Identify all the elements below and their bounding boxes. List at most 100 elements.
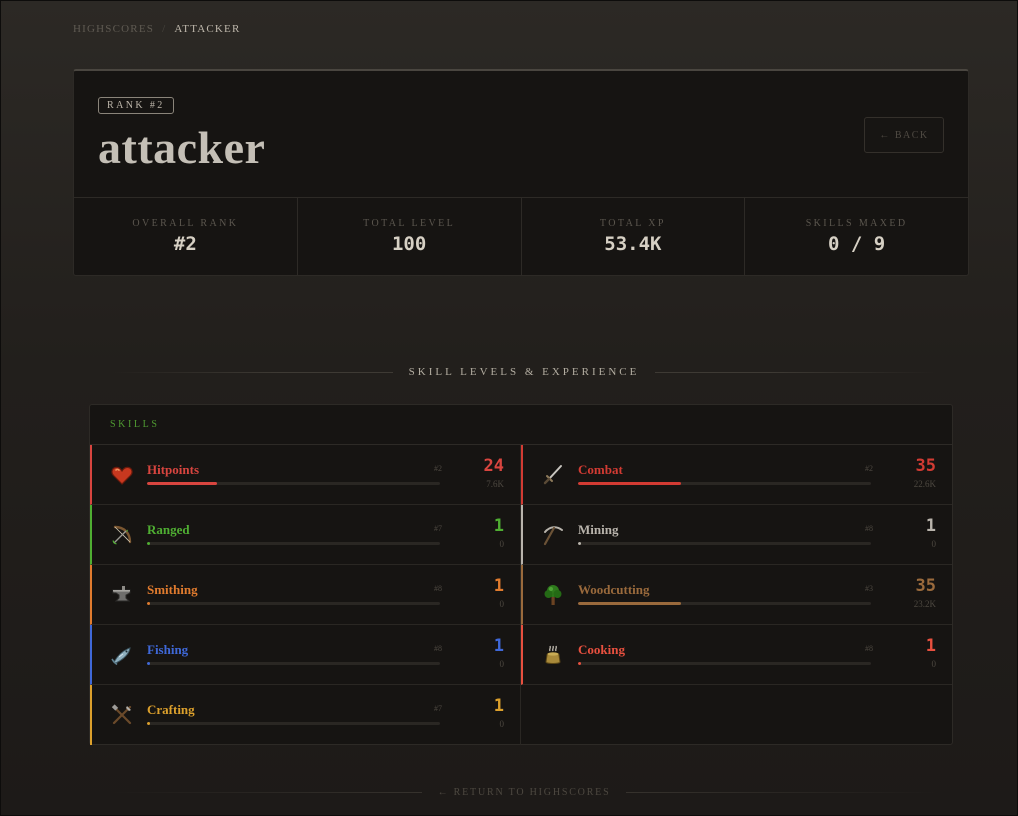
skill-rank: #8 (434, 644, 442, 653)
tree-icon (544, 585, 562, 605)
skill-xp: 23.2K (913, 599, 936, 609)
skill-progress-fill (147, 542, 150, 545)
stat-value: 0 / 9 (828, 233, 886, 255)
skill-rank: #7 (434, 524, 442, 533)
skill-name: Ranged (147, 522, 190, 537)
skill-row-empty (521, 685, 952, 745)
skill-progress-track (147, 662, 440, 665)
skill-name: Crafting (147, 702, 195, 717)
anvil-icon (112, 586, 131, 602)
stat-skills-maxed: Skills Maxed 0 / 9 (745, 198, 968, 275)
skill-rank: #2 (865, 464, 873, 473)
section-title: Skill Levels & Experience (408, 366, 640, 378)
skill-progress-fill (578, 662, 581, 665)
breadcrumb-current: Attacker (174, 23, 241, 35)
stat-label: Total XP (599, 218, 666, 229)
player-name: attacker (98, 122, 266, 173)
skill-xp: 0 (499, 539, 505, 549)
stat-label: Total Level (363, 218, 456, 229)
skill-name: Smithing (147, 582, 198, 597)
return-to-highscores-link[interactable]: ← Return to Highscores (422, 787, 627, 798)
stats-row: Overall Rank #2 Total Level 100 Total XP… (74, 197, 968, 275)
skill-progress-fill (578, 602, 681, 605)
bow-icon (112, 525, 132, 545)
section-divider: Skill Levels & Experience (111, 363, 937, 381)
skill-progress-track (147, 542, 440, 545)
skill-progress-track (578, 482, 871, 485)
skill-level: 1 (493, 636, 504, 656)
skill-level: 35 (915, 576, 936, 596)
profile-card: Rank #2 attacker ← Back Overall Rank #2 … (73, 69, 969, 276)
heart-icon (111, 466, 133, 485)
skill-level: 1 (925, 636, 936, 656)
skill-progress-track (578, 542, 871, 545)
skills-panel: Skills Hitpoints #2 24 7.6K Combat #2 35 (89, 404, 953, 745)
skill-row-combat[interactable]: Combat #2 35 22.6K (521, 445, 952, 505)
crafting-tools-icon (111, 704, 132, 725)
skill-xp: 22.6K (913, 479, 936, 489)
stat-total-level: Total Level 100 (298, 198, 522, 275)
skill-name: Hitpoints (147, 462, 200, 477)
skill-progress-track (578, 662, 871, 665)
skill-progress-fill (147, 482, 218, 485)
skill-rank: #8 (865, 524, 873, 533)
skill-row-smithing[interactable]: Smithing #8 1 0 (90, 565, 521, 625)
skill-name: Cooking (578, 642, 625, 657)
skill-progress-fill (147, 602, 150, 605)
skill-row-mining[interactable]: Mining #8 1 0 (521, 505, 952, 565)
skill-row-fishing[interactable]: Fishing #8 1 0 (90, 625, 521, 685)
skill-level: 1 (493, 696, 504, 716)
footer: ← Return to Highscores (111, 785, 938, 799)
skill-level: 24 (483, 456, 504, 476)
cooking-pot-icon (545, 645, 561, 664)
breadcrumb-separator: / (162, 23, 167, 35)
skill-progress-track (147, 722, 440, 725)
skill-rank: #8 (865, 644, 873, 653)
skill-rank: #8 (434, 584, 442, 593)
skill-name: Combat (578, 462, 623, 477)
skill-level: 35 (915, 456, 936, 476)
skill-progress-fill (578, 482, 681, 485)
skill-xp: 0 (499, 719, 505, 729)
skill-progress-track (147, 482, 440, 485)
stat-overall-rank: Overall Rank #2 (74, 198, 298, 275)
skill-row-woodcutting[interactable]: Woodcutting #3 35 23.2K (521, 565, 952, 625)
stat-total-xp: Total XP 53.4K (522, 198, 746, 275)
rank-badge: Rank #2 (98, 97, 174, 114)
skill-name: Mining (578, 522, 619, 537)
skill-xp: 0 (499, 599, 505, 609)
back-button[interactable]: ← Back (864, 117, 944, 153)
pickaxe-icon (543, 526, 563, 546)
skill-row-cooking[interactable]: Cooking #8 1 0 (521, 625, 952, 685)
skill-xp: 7.6K (486, 479, 504, 489)
divider-line (111, 371, 393, 373)
skill-row-ranged[interactable]: Ranged #7 1 0 (90, 505, 521, 565)
breadcrumb: Highscores / Attacker (73, 23, 241, 35)
skill-xp: 0 (931, 539, 937, 549)
skill-progress-fill (578, 542, 581, 545)
fish-icon (111, 647, 131, 666)
stat-label: Skills Maxed (805, 218, 908, 229)
skill-progress-fill (147, 722, 150, 725)
sword-icon (543, 465, 562, 485)
skill-level: 1 (493, 576, 504, 596)
skill-xp: 0 (499, 659, 505, 669)
skill-name: Fishing (147, 642, 189, 657)
skill-level: 1 (493, 516, 504, 536)
stat-value: #2 (173, 233, 197, 255)
skill-row-crafting[interactable]: Crafting #7 1 0 (90, 685, 521, 745)
skill-xp: 0 (931, 659, 937, 669)
skill-rank: #7 (434, 704, 442, 713)
skill-rank: #2 (434, 464, 442, 473)
footer-line (111, 791, 422, 793)
skill-progress-track (147, 602, 440, 605)
skill-name: Woodcutting (578, 582, 650, 597)
divider-line (655, 371, 937, 373)
skill-row-hitpoints[interactable]: Hitpoints #2 24 7.6K (90, 445, 521, 505)
skills-header: Skills (90, 405, 952, 445)
skills-grid: Hitpoints #2 24 7.6K Combat #2 35 22.6K (90, 445, 952, 745)
breadcrumb-highscores-link[interactable]: Highscores (73, 23, 154, 35)
stat-value: 53.4K (604, 233, 662, 255)
stat-value: 100 (391, 233, 427, 255)
skill-level: 1 (925, 516, 936, 536)
